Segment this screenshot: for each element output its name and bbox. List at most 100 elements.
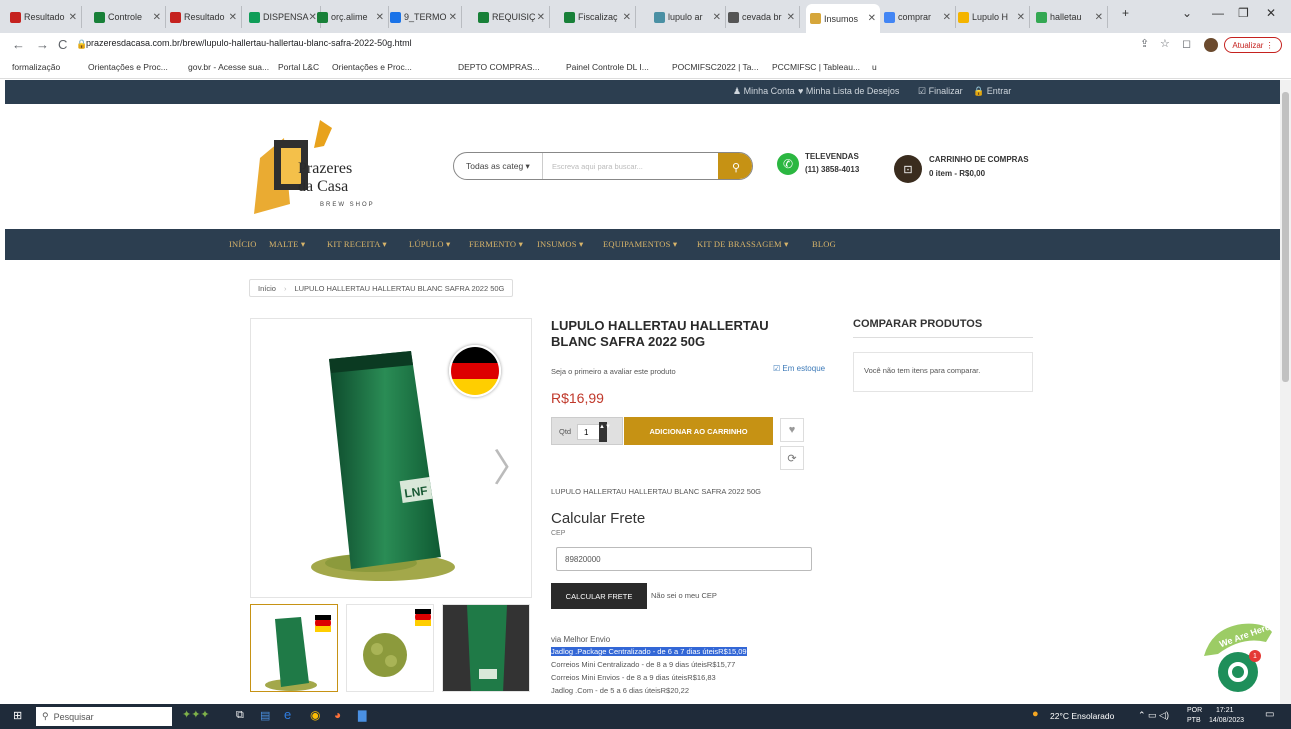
bookmark-pccmifsc[interactable]: PCCMIFSC | Tableau... (772, 62, 860, 72)
browser-tab[interactable]: Fiscalizaç ✕ (560, 6, 636, 28)
browser-tab[interactable]: cevada br ✕ (724, 6, 800, 28)
bookmark-pocmifsc[interactable]: POCMIFSC2022 | Ta... (672, 62, 759, 72)
task-view-icon[interactable]: ⧉ (236, 709, 244, 722)
tab-close-icon[interactable]: ✕ (713, 12, 721, 23)
tab-close-icon[interactable]: ✕ (229, 12, 237, 23)
nav-kit-receita[interactable]: KIT RECEITA ▾ (327, 239, 387, 250)
bookmark-orientacoes-1[interactable]: Orientações e Proc... (88, 62, 168, 72)
scrollbar-thumb[interactable] (1282, 92, 1289, 382)
nav-equipamentos[interactable]: EQUIPAMENTOS ▾ (603, 239, 677, 250)
bookmark-star-icon[interactable]: ☆ (1160, 37, 1170, 50)
bookmark-depto-compras[interactable]: DEPTO COMPRAS... (458, 62, 540, 72)
firefox-icon[interactable]: ◕ (334, 708, 341, 722)
tab-close-icon[interactable]: ✕ (1095, 12, 1103, 23)
browser-tab[interactable]: DISPENSA ✕ (245, 6, 321, 28)
page-scrollbar[interactable] (1280, 80, 1291, 704)
tab-close-icon[interactable]: ✕ (376, 12, 384, 23)
tab-close-icon[interactable]: ✕ (69, 12, 77, 23)
nav-insumos[interactable]: INSUMOS ▾ (537, 239, 583, 250)
chrome-icon[interactable]: ◉ (310, 708, 320, 722)
tab-close-icon[interactable]: ✕ (868, 13, 876, 24)
browser-tab[interactable]: REQUISIÇ ✕ (474, 6, 550, 28)
cep-input[interactable]: 89820000 (556, 547, 812, 571)
cart-label[interactable]: CARRINHO DE COMPRAS (929, 155, 1029, 164)
calculate-shipping-button[interactable]: CALCULAR FRETE (551, 583, 647, 609)
windows-start-icon[interactable]: ⊞ (13, 709, 22, 722)
url-field[interactable]: prazeresdacasa.com.br/brew/lupulo-haller… (86, 38, 412, 48)
maximize-icon[interactable]: ❐ (1238, 6, 1249, 20)
tab-close-icon[interactable]: ✕ (537, 12, 545, 23)
thumbnail-1[interactable] (250, 604, 338, 692)
tab-close-icon[interactable]: ✕ (1017, 12, 1025, 23)
tab-close-icon[interactable]: ✕ (153, 12, 161, 23)
add-to-cart-button[interactable]: ADICIONAR AO CARRINHO (624, 417, 773, 445)
browser-tab[interactable]: comprar ✕ (880, 6, 956, 28)
browser-tab[interactable]: Controle ✕ (90, 6, 166, 28)
search-button[interactable]: ⚲ (718, 153, 752, 179)
nav-malte[interactable]: MALTE ▾ (269, 239, 305, 250)
edge-icon[interactable]: e (284, 707, 291, 722)
wishlist-link[interactable]: ♥ Minha Lista de Desejos (798, 86, 899, 96)
file-explorer-icon[interactable]: ▤ (260, 709, 270, 722)
weather-text[interactable]: 22°C Ensolarado (1050, 711, 1114, 721)
forward-icon[interactable]: → (36, 37, 49, 52)
review-link[interactable]: Seja o primeiro a avaliar este produto (551, 367, 676, 376)
browser-tab[interactable]: Resultado ✕ (166, 6, 242, 28)
share-icon[interactable]: ⇪ (1140, 37, 1149, 50)
clock-time[interactable]: 17:21 (1216, 707, 1234, 714)
product-main-image[interactable]: LNF 〉 (250, 318, 532, 598)
nav-inicio[interactable]: INÍCIO (229, 239, 257, 249)
browser-tab[interactable]: orç.alime ✕ (313, 6, 389, 28)
browser-tab[interactable]: Lupulo H ✕ (954, 6, 1030, 28)
search-input[interactable]: Escreva aqui para buscar... (552, 162, 643, 171)
document-app-icon[interactable]: ▇ (358, 709, 366, 722)
compare-icon[interactable]: ⟳ (780, 446, 804, 470)
nav-lupulo[interactable]: LÚPULO ▾ (409, 239, 451, 250)
taskbar-search[interactable]: ⚲ Pesquisar (36, 707, 172, 726)
bookmark-govbr[interactable]: gov.br - Acesse sua... (188, 62, 269, 72)
browser-tab[interactable]: Insumos ✕ (806, 4, 880, 33)
checkout-link[interactable]: ☑ Finalizar (918, 86, 963, 97)
thumbnail-3[interactable] (442, 604, 530, 692)
bookmark-formalizacao[interactable]: formalização (12, 62, 60, 72)
qty-arrows[interactable]: ▲▼ (599, 422, 611, 442)
tab-close-icon[interactable]: ✕ (449, 12, 457, 23)
tab-close-icon[interactable]: ✕ (943, 12, 951, 23)
tray-icons[interactable]: ⌃ ▭ ◁) (1138, 710, 1169, 721)
nav-blog[interactable]: BLOG (812, 239, 836, 249)
nav-kit-brassagem[interactable]: KIT DE BRASSAGEM ▾ (697, 239, 789, 250)
sidepanel-icon[interactable]: ◻ (1182, 37, 1191, 50)
site-logo[interactable]: Prazeres da Casa BREW SHOP (250, 118, 390, 216)
profile-avatar[interactable] (1204, 38, 1218, 52)
reload-icon[interactable]: C (58, 37, 67, 52)
phone-number[interactable]: (11) 3858-4013 (805, 165, 859, 174)
bookmark-orientacoes-2[interactable]: Orientações e Proc... (332, 62, 412, 72)
tab-close-icon[interactable]: ✕ (787, 12, 795, 23)
next-image-arrow-icon[interactable]: 〉 (493, 437, 531, 492)
tab-close-icon[interactable]: ✕ (623, 12, 631, 23)
cart-icon[interactable]: ⊡ (894, 155, 922, 183)
browser-tab[interactable]: halletau ✕ (1032, 6, 1108, 28)
close-window-icon[interactable]: ✕ (1266, 6, 1276, 20)
minimize-icon[interactable]: — (1212, 6, 1224, 20)
bookmark-painel-controle[interactable]: Painel Controle DL I... (566, 62, 649, 72)
bookmark-u[interactable]: u (872, 62, 877, 72)
wishlist-heart-icon[interactable]: ♥ (780, 418, 804, 442)
bookmark-portal-lc[interactable]: Portal L&C (278, 62, 319, 72)
browser-tab[interactable]: lupulo ar ✕ (650, 6, 726, 28)
clock-date[interactable]: 14/08/2023 (1209, 717, 1244, 724)
my-account-link[interactable]: ♟ Minha Conta (733, 86, 795, 97)
back-icon[interactable]: ← (12, 37, 25, 52)
whatsapp-icon[interactable]: ✆ (777, 153, 799, 175)
notifications-icon[interactable]: ▭ (1265, 709, 1274, 720)
category-select[interactable]: Todas as categ ▾ (466, 161, 530, 172)
unknown-cep-link[interactable]: Não sei o meu CEP (651, 591, 717, 600)
tab-search-icon[interactable]: ⌄ (1182, 6, 1192, 20)
cart-summary[interactable]: 0 item - R$0,00 (929, 169, 985, 178)
breadcrumb-home[interactable]: Início (258, 284, 276, 293)
language-indicator[interactable]: POR (1187, 707, 1202, 714)
nav-fermento[interactable]: FERMENTO ▾ (469, 239, 523, 250)
keyboard-layout-indicator[interactable]: PTB (1187, 717, 1201, 724)
browser-tab[interactable]: Resultado ✕ (6, 6, 82, 28)
thumbnail-2[interactable] (346, 604, 434, 692)
